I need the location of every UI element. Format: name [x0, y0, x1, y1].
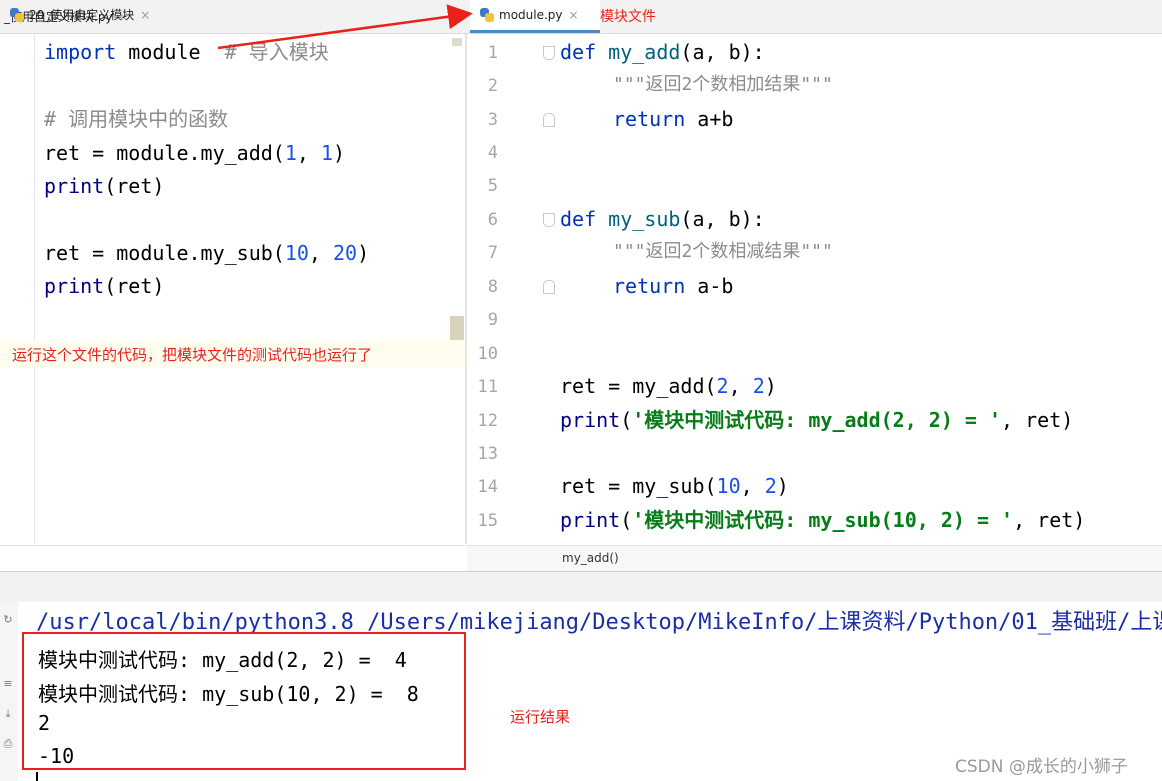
left-editor-footer	[0, 545, 466, 571]
code-line: print(ret)	[44, 174, 165, 198]
tab-module-py[interactable]: module.py ×	[470, 0, 600, 33]
run-toolbar: ↻ ≡ ⤓ ⎙	[0, 602, 19, 781]
annotation-run-note: 运行这个文件的代码，把模块文件的测试代码也运行了	[0, 340, 466, 368]
line-number: 8	[487, 277, 498, 297]
code-line: print('模块中测试代码: my_sub(10, 2) = ', ret)	[560, 508, 1086, 532]
line-number: 13	[477, 444, 498, 464]
fold-end-marker-icon[interactable]	[543, 280, 555, 294]
breadcrumb[interactable]: my_add()	[467, 545, 1162, 571]
scroll-marker	[452, 38, 462, 46]
result-highlight-box	[22, 632, 466, 770]
line-number: 10	[477, 344, 498, 364]
line-number: 1	[487, 43, 498, 63]
code-line: return a+b	[613, 107, 734, 131]
code-line: import module # 导入模块	[44, 40, 329, 64]
annotation-result: 运行结果	[510, 708, 571, 726]
line-number: 5	[487, 176, 498, 196]
watermark: CSDN @成长的小狮子	[955, 757, 1128, 777]
line-number: 9	[487, 310, 498, 330]
soft-wrap-icon[interactable]: ≡	[2, 678, 14, 690]
console-cursor	[36, 772, 38, 781]
code-line: print(ret)	[44, 274, 165, 298]
line-number: 6	[487, 210, 498, 230]
code-line: ret = my_sub(10, 2)	[560, 474, 789, 498]
line-number: 2	[487, 76, 498, 96]
code-line: def my_add(a, b):	[560, 40, 765, 64]
line-number: 15	[477, 511, 498, 531]
code-line: """返回2个数相减结果"""	[613, 241, 833, 262]
right-code-editor[interactable]	[467, 34, 1162, 544]
python-file-icon	[480, 8, 494, 22]
code-line: ret = my_add(2, 2)	[560, 374, 777, 398]
code-line: def my_sub(a, b):	[560, 207, 765, 231]
line-number: 11	[477, 377, 498, 397]
code-line: # 调用模块中的函数	[44, 107, 229, 131]
tab-label: module.py	[499, 8, 563, 22]
fold-marker-icon[interactable]	[543, 46, 555, 60]
close-icon[interactable]: ×	[140, 8, 150, 22]
breadcrumb-item[interactable]: my_add()	[562, 551, 619, 565]
line-number: 7	[487, 243, 498, 263]
scroll-to-end-icon[interactable]: ⤓	[2, 708, 14, 720]
run-tab-label: 20_使用自定义模块	[29, 8, 135, 22]
line-number: 12	[477, 411, 498, 431]
code-line: print('模块中测试代码: my_add(2, 2) = ', ret)	[560, 408, 1074, 432]
code-line: ret = module.my_add(1, 1)	[44, 141, 346, 165]
tab-close-icon[interactable]: ×	[569, 8, 579, 22]
fold-end-marker-icon[interactable]	[543, 113, 555, 127]
code-line: return a-b	[613, 274, 734, 298]
python-run-icon	[10, 7, 24, 22]
code-line: ret = module.my_sub(10, 20)	[44, 241, 370, 265]
fold-marker-icon[interactable]	[543, 213, 555, 227]
code-line: """返回2个数相加结果"""	[613, 74, 833, 95]
run-tab[interactable]: 20_使用自定义模块 ×	[10, 6, 150, 23]
left-gutter-divider	[34, 34, 35, 544]
annotation-module-file: 模块文件	[600, 9, 656, 25]
line-number: 3	[487, 110, 498, 130]
line-number: 14	[477, 477, 498, 497]
line-number: 4	[487, 143, 498, 163]
run-tab-bar	[0, 571, 1162, 603]
rerun-icon[interactable]: ↻	[2, 614, 14, 626]
print-icon[interactable]: ⎙	[2, 738, 14, 750]
